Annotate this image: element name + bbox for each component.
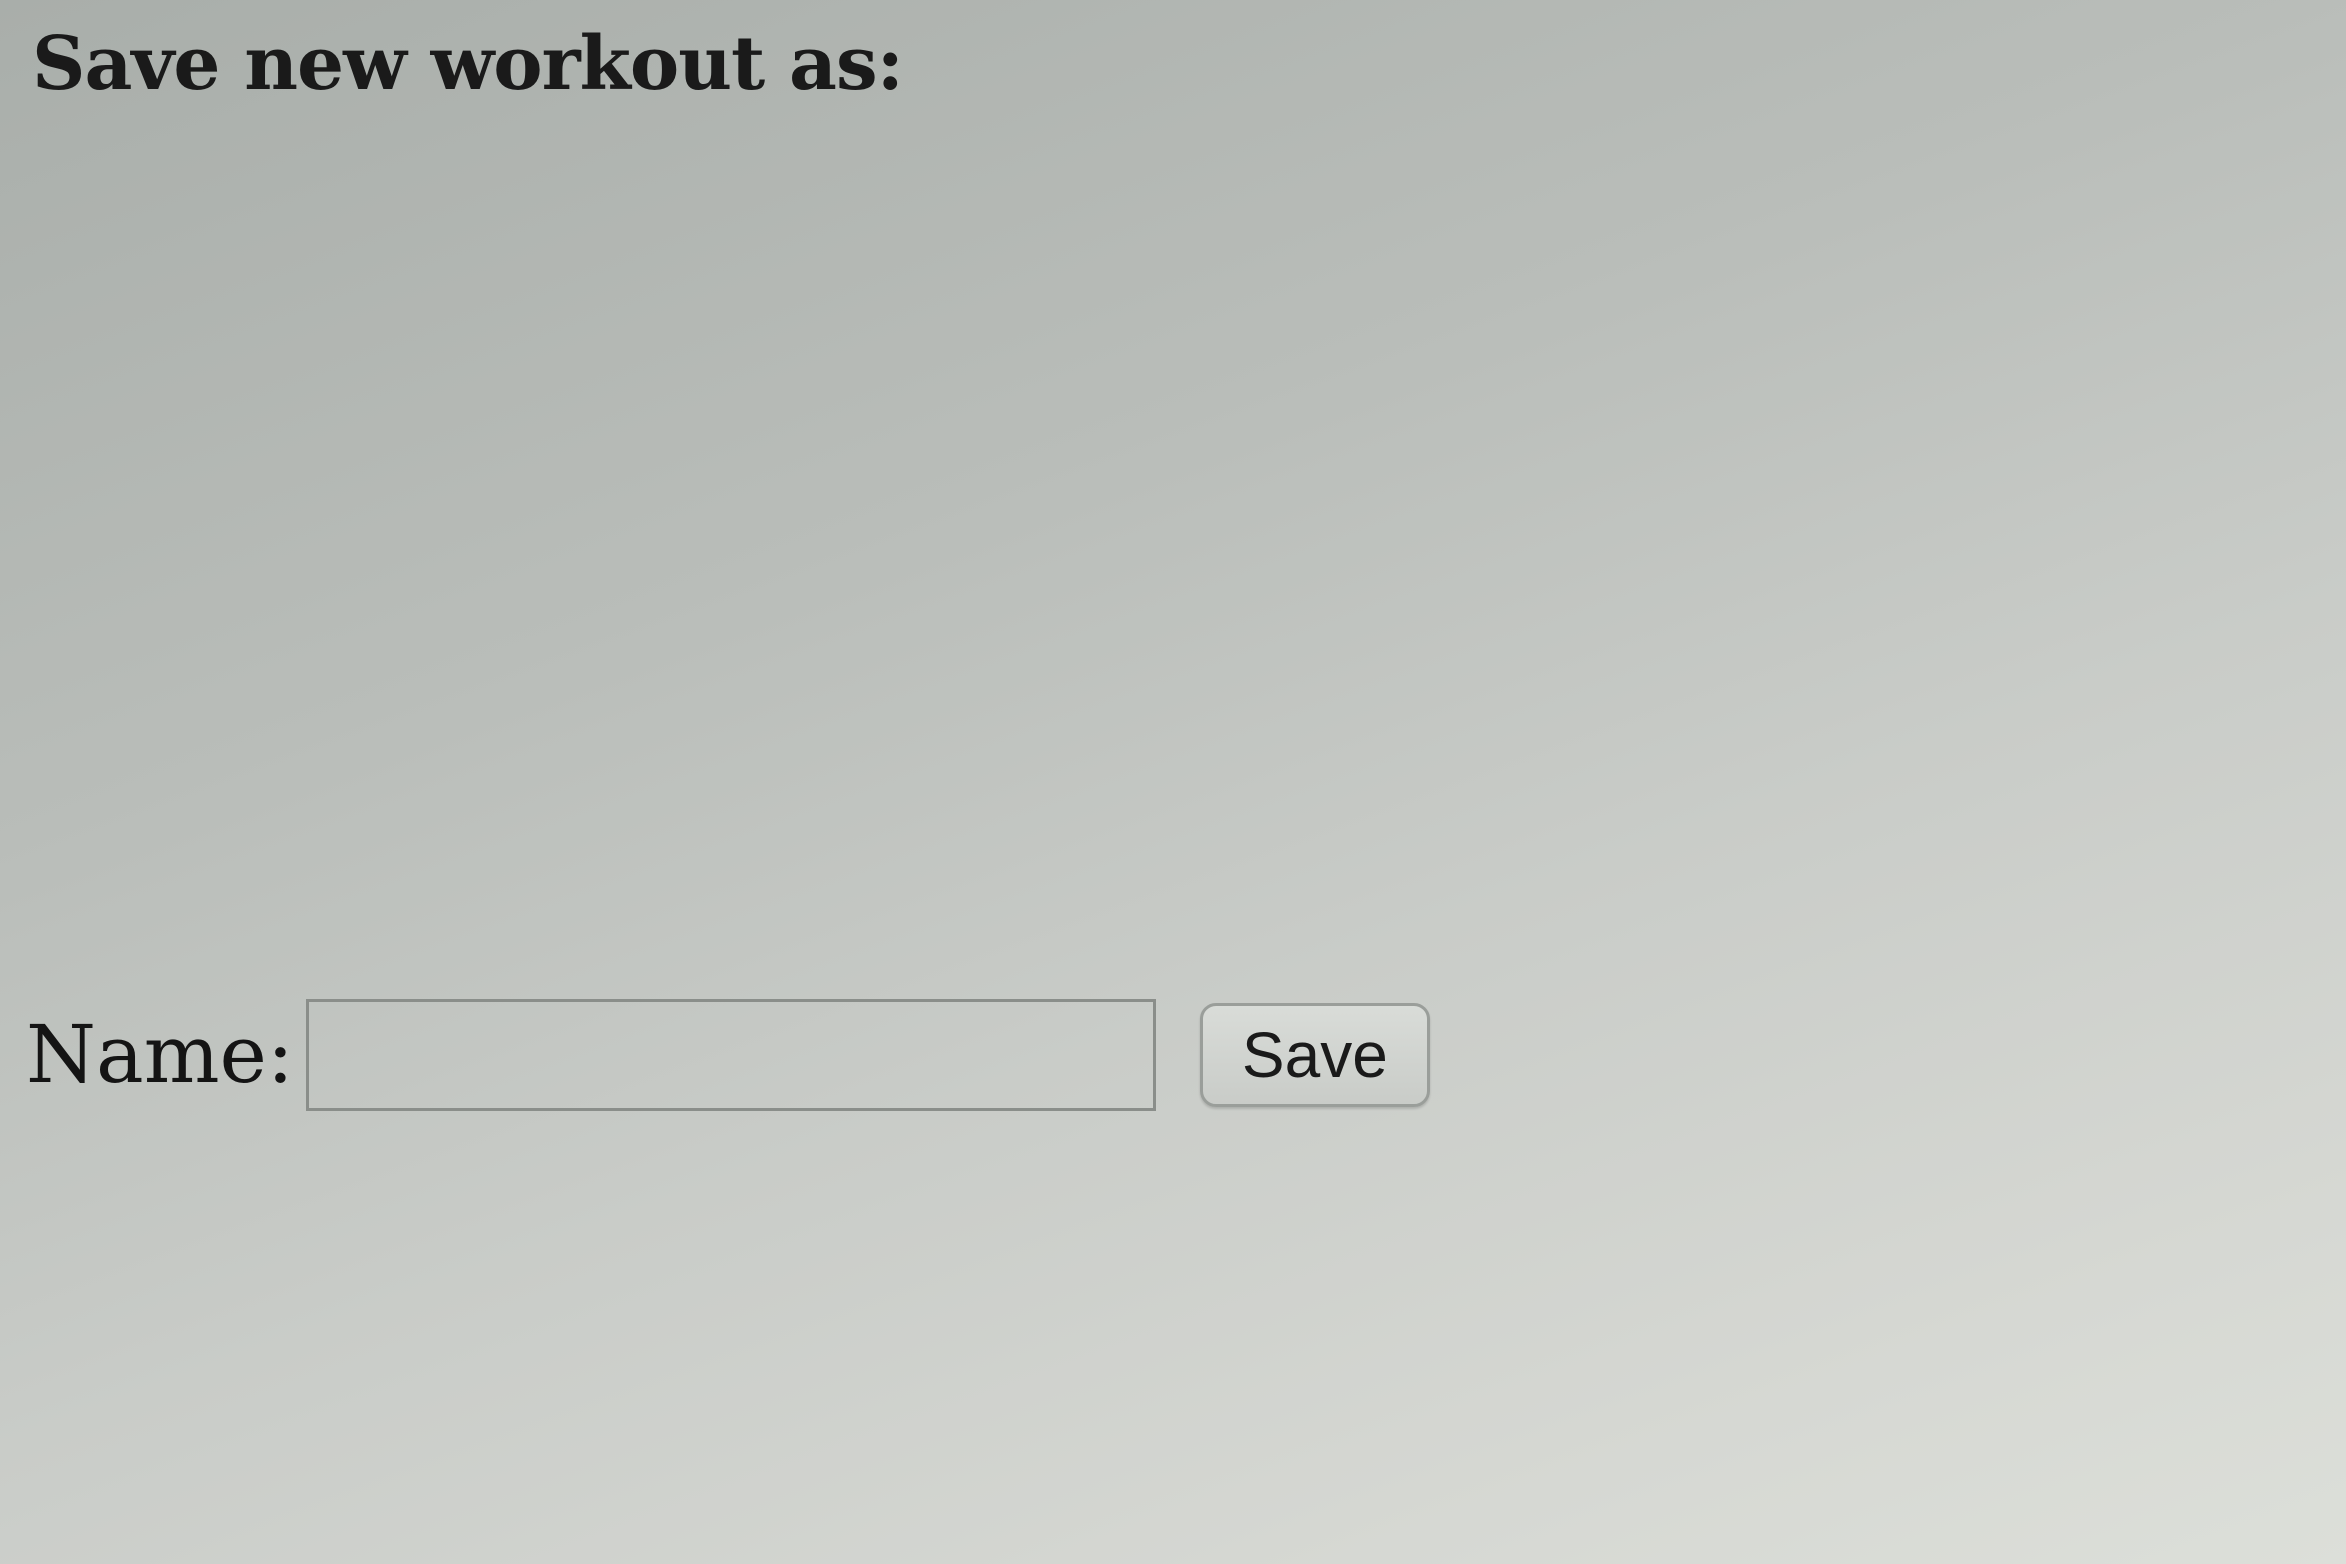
save-workout-form: Name: Save — [26, 990, 1430, 1120]
name-input[interactable] — [305, 999, 1156, 1111]
name-label: Name: — [26, 1008, 294, 1101]
save-button[interactable]: Save — [1199, 1003, 1430, 1107]
page-title: Save new workout as: — [32, 21, 904, 107]
